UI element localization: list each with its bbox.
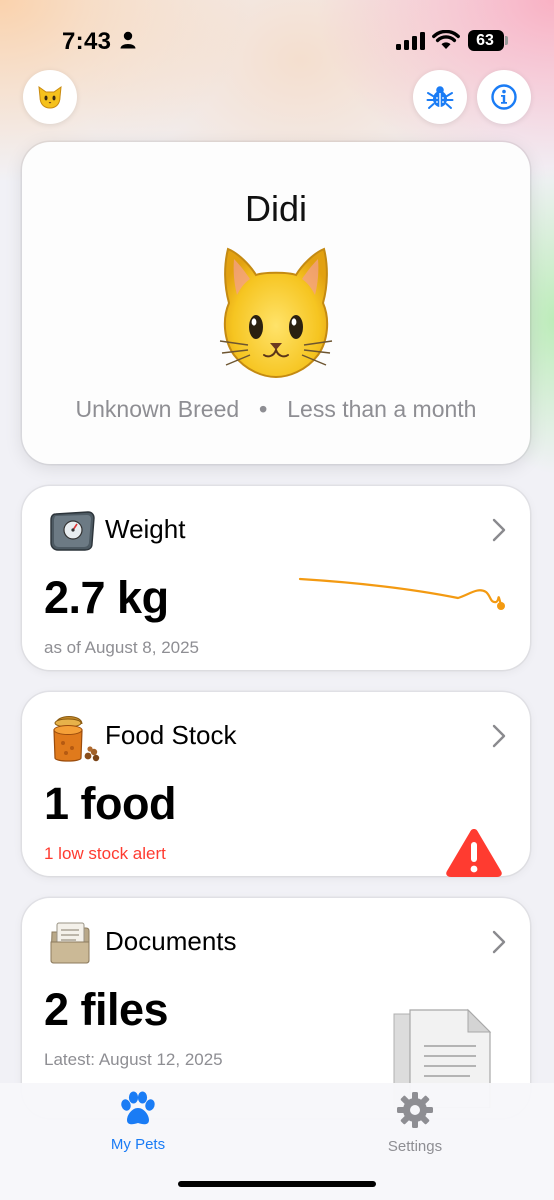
pet-age: Less than a month [287, 396, 477, 422]
pet-meta: Unknown Breed • Less than a month [22, 396, 530, 423]
weight-value: 2.7 kg [44, 572, 169, 623]
status-bar: 7:43 63 [0, 0, 554, 70]
weight-title: Weight [105, 514, 186, 544]
food-stock-card[interactable]: Food Stock 1 food 1 low stock alert [22, 692, 530, 877]
meta-separator: • [259, 396, 268, 422]
battery-tip [505, 36, 508, 45]
info-icon [491, 84, 517, 110]
low-stock-alert-text: 1 low stock alert [44, 844, 166, 863]
person-icon [120, 31, 136, 49]
tab-my-pets[interactable]: My Pets [68, 1091, 208, 1153]
cat-face-icon [38, 85, 62, 109]
battery-level: 63 [476, 32, 494, 49]
documents-latest-date: Latest: August 12, 2025 [44, 1050, 223, 1069]
weight-card[interactable]: Weight 2.7 kg as of August 8, 2025 [22, 486, 530, 670]
tab-settings[interactable]: Settings [345, 1091, 485, 1155]
documents-value: 2 files [44, 984, 169, 1035]
chevron-right-icon [492, 518, 506, 542]
pet-breed: Unknown Breed [75, 396, 240, 422]
scale-icon [50, 511, 95, 551]
home-indicator[interactable] [178, 1181, 376, 1187]
weight-trend-sparkline [298, 577, 505, 610]
chevron-right-icon [492, 724, 506, 748]
debug-button[interactable] [413, 70, 467, 124]
food-stock-title: Food Stock [105, 720, 237, 750]
pet-switcher-button[interactable] [23, 70, 77, 124]
gear-icon [397, 1092, 433, 1128]
info-button[interactable] [477, 70, 531, 124]
warning-icon [446, 829, 502, 877]
tab-my-pets-label: My Pets [110, 1136, 166, 1153]
bug-icon [426, 86, 454, 109]
documents-title: Documents [105, 926, 237, 956]
food-can-icon [53, 716, 100, 762]
cellular-signal-icon [396, 32, 425, 50]
pet-profile-card[interactable]: Didi Unknown Breed • Less than a month [22, 142, 530, 464]
paw-icon [121, 1091, 155, 1125]
battery-icon: 63 [468, 30, 504, 51]
weight-date: as of August 8, 2025 [44, 638, 200, 657]
status-time: 7:43 [62, 28, 112, 55]
cat-face-emoji [219, 247, 333, 379]
chevron-right-icon [492, 930, 506, 954]
tab-settings-label: Settings [387, 1138, 443, 1155]
file-folder-icon [50, 922, 90, 964]
wifi-icon [432, 30, 460, 49]
food-stock-value: 1 food [44, 778, 176, 829]
pet-name: Didi [244, 188, 307, 229]
